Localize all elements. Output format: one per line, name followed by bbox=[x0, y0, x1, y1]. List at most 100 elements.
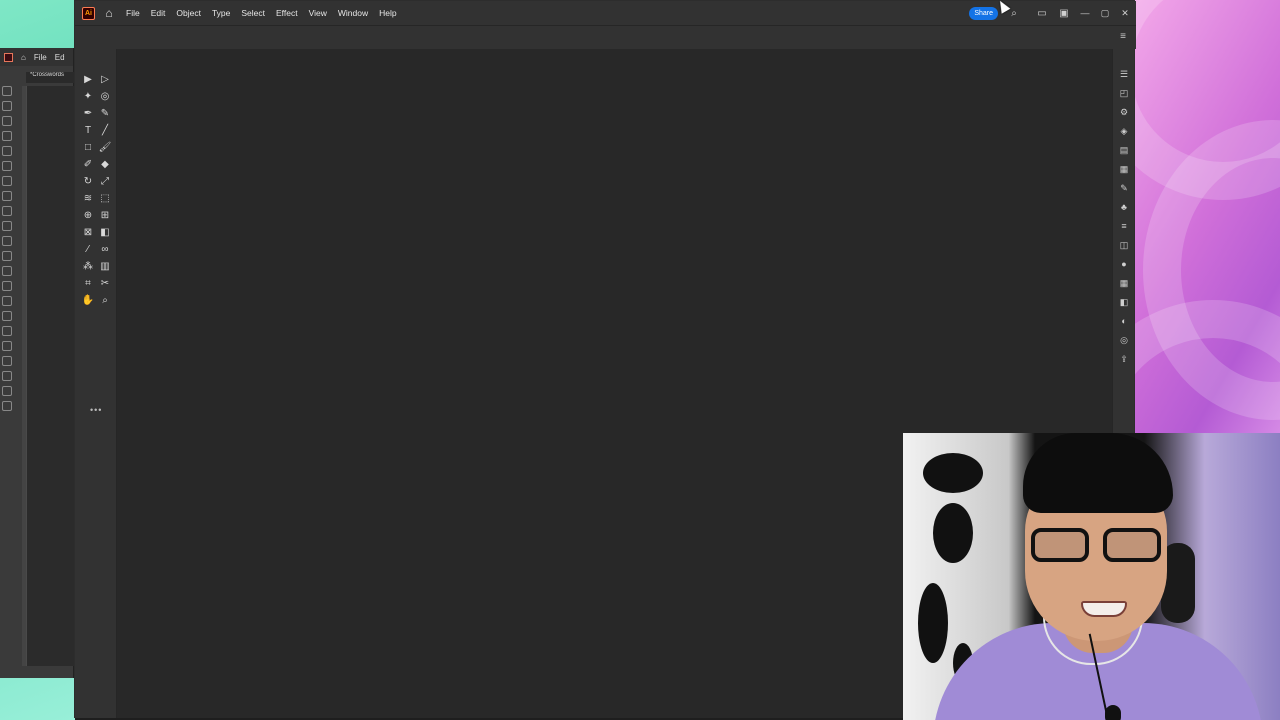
titlebar: Ai ⌂ File Edit Object Type Select Effect… bbox=[75, 1, 1136, 25]
webcam-overlay bbox=[903, 433, 1280, 720]
libraries-icon[interactable]: ◰ bbox=[1117, 86, 1131, 100]
free-transform-tool[interactable]: ⬚ bbox=[97, 190, 113, 206]
bg-tool-icon[interactable] bbox=[2, 236, 12, 246]
menu-window[interactable]: Window bbox=[338, 8, 368, 18]
graphic-styles-icon[interactable]: ◎ bbox=[1117, 333, 1131, 347]
menu-file[interactable]: File bbox=[126, 8, 140, 18]
bg-tool-icon[interactable] bbox=[2, 221, 12, 231]
paintbrush-tool[interactable]: 🖌 bbox=[97, 139, 113, 155]
magic-wand-tool[interactable]: ✦ bbox=[80, 88, 96, 104]
shape-builder-tool[interactable]: ⊕ bbox=[80, 207, 96, 223]
export-icon[interactable]: ⇪ bbox=[1117, 352, 1131, 366]
rectangle-tool[interactable]: □ bbox=[80, 139, 96, 155]
menu-view[interactable]: View bbox=[309, 8, 327, 18]
bg-document-tab[interactable]: *Crosswords bbox=[26, 72, 74, 83]
menu-object[interactable]: Object bbox=[176, 8, 201, 18]
bg-tool-icon[interactable] bbox=[2, 371, 12, 381]
artboards-icon[interactable]: ▤ bbox=[1117, 143, 1131, 157]
search-icon[interactable]: ⌕ bbox=[1008, 8, 1020, 19]
bg-menu-edit[interactable]: Ed bbox=[55, 53, 65, 62]
slice-tool[interactable]: ✂ bbox=[97, 275, 113, 291]
rotate-tool[interactable]: ↻ bbox=[80, 173, 96, 189]
bg-menu-file[interactable]: File bbox=[34, 53, 47, 62]
app-logo-icon bbox=[4, 52, 13, 62]
pathfinder-icon[interactable]: ◧ bbox=[1117, 295, 1131, 309]
line-segment-tool[interactable]: ╱ bbox=[97, 122, 113, 138]
appearance-icon[interactable]: ◐ bbox=[1117, 314, 1131, 328]
bg-canvas[interactable] bbox=[26, 86, 74, 666]
properties-icon[interactable]: ☰ bbox=[1117, 67, 1131, 81]
home-icon[interactable]: ⌂ bbox=[102, 6, 116, 20]
pen-tool[interactable]: ✒ bbox=[80, 105, 96, 121]
artboard-tool[interactable]: ⌗ bbox=[80, 275, 96, 291]
assets-icon[interactable]: ▦ bbox=[1117, 162, 1131, 176]
curvature-tool[interactable]: ✎ bbox=[97, 105, 113, 121]
scale-tool[interactable]: ⤢ bbox=[97, 173, 113, 189]
align-icon[interactable]: ≡ bbox=[1117, 219, 1131, 233]
bg-tool-icon[interactable] bbox=[2, 266, 12, 276]
type-tool[interactable]: T bbox=[80, 122, 96, 138]
menu-help[interactable]: Help bbox=[379, 8, 396, 18]
menu-type[interactable]: Type bbox=[212, 8, 230, 18]
bg-tool-icon[interactable] bbox=[2, 161, 12, 171]
bg-tool-icon[interactable] bbox=[2, 206, 12, 216]
bg-toolbar bbox=[2, 86, 22, 411]
transform-icon[interactable]: ◫ bbox=[1117, 238, 1131, 252]
bg-tool-icon[interactable] bbox=[2, 176, 12, 186]
bg-tool-icon[interactable] bbox=[2, 326, 12, 336]
arrange-documents-icon[interactable]: ▭ bbox=[1036, 8, 1048, 19]
bg-tool-icon[interactable] bbox=[2, 356, 12, 366]
hamburger-menu-icon[interactable]: ≡ bbox=[1120, 31, 1126, 42]
brushes-icon[interactable]: ✎ bbox=[1117, 181, 1131, 195]
blend-tool[interactable]: ∞ bbox=[97, 241, 113, 257]
column-graph-tool[interactable]: ▥ bbox=[97, 258, 113, 274]
lasso-tool[interactable]: ◎ bbox=[97, 88, 113, 104]
bg-tool-icon[interactable] bbox=[2, 296, 12, 306]
warp-tool[interactable]: ≋ bbox=[80, 190, 96, 206]
share-button[interactable]: Share bbox=[969, 6, 998, 20]
eraser-tool[interactable]: ◆ bbox=[97, 156, 113, 172]
selection-tool[interactable]: ▶ bbox=[80, 71, 96, 87]
bg-tool-icon[interactable] bbox=[2, 386, 12, 396]
zoom-tool[interactable]: ⌕ bbox=[97, 292, 113, 308]
eyedropper-tool[interactable]: ⁄ bbox=[80, 241, 96, 257]
bg-tool-icon[interactable] bbox=[2, 116, 12, 126]
bg-tool-icon[interactable] bbox=[2, 281, 12, 291]
more-tools-icon[interactable]: ••• bbox=[90, 405, 102, 415]
bg-tool-icon[interactable] bbox=[2, 86, 12, 96]
person-smile bbox=[1081, 601, 1127, 617]
color-icon[interactable]: ● bbox=[1117, 257, 1131, 271]
hand-tool[interactable]: ✋ bbox=[80, 292, 96, 308]
symbols-icon[interactable]: ♣ bbox=[1117, 200, 1131, 214]
mesh-tool[interactable]: ⊠ bbox=[80, 224, 96, 240]
direct-selection-tool[interactable]: ▷ bbox=[97, 71, 113, 87]
perspective-grid-tool[interactable]: ⊞ bbox=[97, 207, 113, 223]
workspace-icon[interactable]: ▣ bbox=[1058, 8, 1070, 19]
bg-tool-icon[interactable] bbox=[2, 251, 12, 261]
menu-effect[interactable]: Effect bbox=[276, 8, 298, 18]
bg-tool-icon[interactable] bbox=[2, 146, 12, 156]
minimize-icon[interactable]: — bbox=[1080, 8, 1090, 18]
adjustments-icon[interactable]: ⚙ bbox=[1117, 105, 1131, 119]
tool-grid: ▶ ▷ ✦ ◎ ✒ ✎ T ╱ □ 🖌 ✐ ◆ ↻ ⤢ ≋ ⬚ ⊕ ⊞ ⊠ ◧ ⁄ ∞ ⁂ ▥ ⌗ ✂ ✋ ⌕ bbox=[80, 71, 113, 308]
home-icon[interactable]: ⌂ bbox=[21, 53, 26, 62]
gradient-tool[interactable]: ◧ bbox=[97, 224, 113, 240]
bg-tool-icon[interactable] bbox=[2, 311, 12, 321]
shaper-tool[interactable]: ✐ bbox=[80, 156, 96, 172]
maximize-icon[interactable]: ▢ bbox=[1100, 8, 1110, 19]
bg-tool-icon[interactable] bbox=[2, 101, 12, 111]
symbol-sprayer-tool[interactable]: ⁂ bbox=[80, 258, 96, 274]
microphone bbox=[1105, 705, 1121, 720]
menu-select[interactable]: Select bbox=[241, 8, 265, 18]
bg-tool-icon[interactable] bbox=[2, 131, 12, 141]
glasses bbox=[1031, 528, 1171, 562]
bg-tool-icon[interactable] bbox=[2, 341, 12, 351]
layers-icon[interactable]: ◈ bbox=[1117, 124, 1131, 138]
bg-tool-icon[interactable] bbox=[2, 191, 12, 201]
swatches-icon[interactable]: ▦ bbox=[1117, 276, 1131, 290]
menu-edit[interactable]: Edit bbox=[151, 8, 166, 18]
close-icon[interactable]: ✕ bbox=[1120, 8, 1130, 19]
person-hair bbox=[1023, 433, 1173, 513]
background-illustrator-window[interactable]: ⌂ File Ed *Crosswords bbox=[0, 48, 74, 678]
bg-tool-icon[interactable] bbox=[2, 401, 12, 411]
